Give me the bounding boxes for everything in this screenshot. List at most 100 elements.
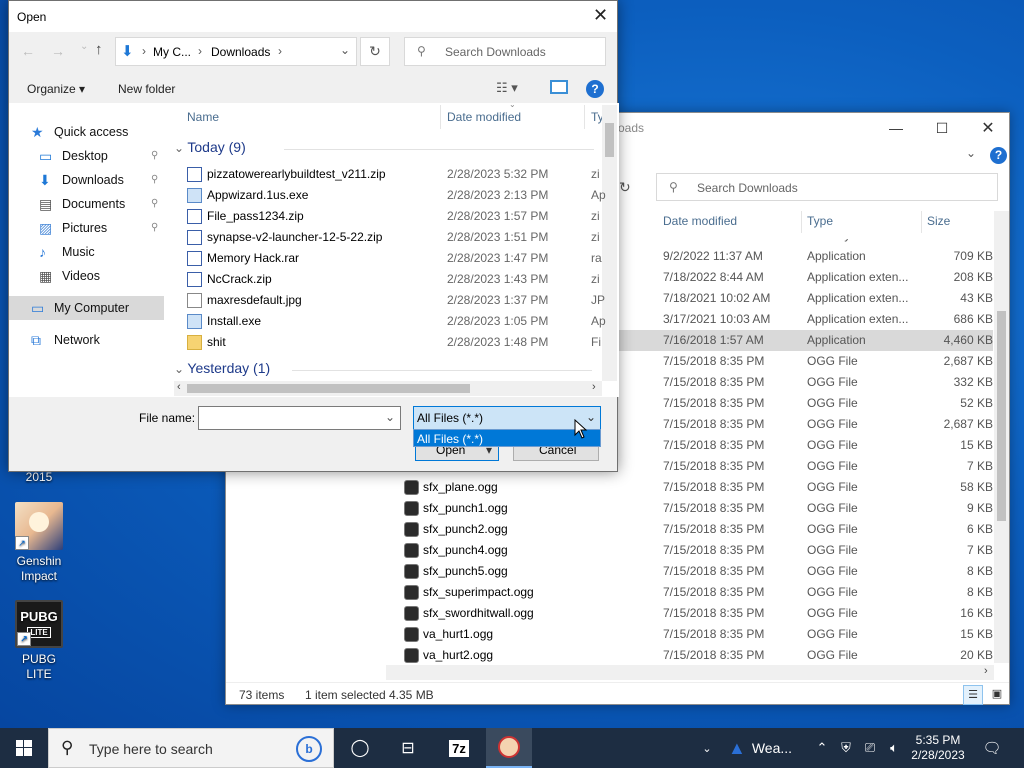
close-icon[interactable]: ✕ xyxy=(593,5,608,26)
organize-button[interactable]: Organize ▾ xyxy=(27,82,85,96)
vertical-scrollbar[interactable] xyxy=(994,211,1009,663)
desktop-icon-genshin-impact[interactable]: ↗ Genshin Impact xyxy=(9,502,69,584)
recent-locations-icon[interactable]: ⌄ xyxy=(80,41,88,52)
desktop-icon-pubg-lite[interactable]: PUBG LITE ↗ PUBG LITE xyxy=(9,600,69,682)
file-name: sfx_plane.ogg xyxy=(423,480,498,494)
table-row[interactable]: va_hurt1.ogg 7/15/2018 8:35 PM OGG File 15 … xyxy=(386,624,993,645)
view-options-icon[interactable]: ☷ ▾ xyxy=(496,80,518,96)
cancel-button-label: Cancel xyxy=(539,447,577,457)
notifications-button[interactable]: 🗨︎ xyxy=(976,728,1008,768)
breadcrumb-root[interactable]: My C... xyxy=(153,45,191,59)
volume-icon[interactable]: 🔈︎ xyxy=(884,728,904,768)
sidebar-item-network[interactable]: ⧉ Network xyxy=(9,328,164,352)
open-button[interactable]: Open ▾ xyxy=(415,447,499,461)
column-header-type[interactable]: Type xyxy=(807,214,833,228)
sidebar-item-my-computer[interactable]: ▭ My Computer xyxy=(9,296,164,320)
large-icons-view-icon[interactable]: ▣ xyxy=(987,685,1007,705)
refresh-button[interactable]: ↻ xyxy=(360,37,390,66)
dialog-titlebar[interactable]: Open ✕ xyxy=(9,1,617,32)
new-folder-button[interactable]: New folder xyxy=(118,82,175,96)
address-dropdown-icon[interactable]: ⌄ xyxy=(340,43,350,57)
close-button[interactable]: ✕ xyxy=(965,113,1011,143)
file-row[interactable]: synapse-v2-launcher-12-5-22.zip 2/28/2023… xyxy=(183,227,603,248)
file-row[interactable]: maxresdefault.jpg 2/28/2023 1:37 PM JP xyxy=(183,290,605,311)
table-row[interactable]: sfx_punch5.ogg 7/15/2018 8:35 PM OGG File 8… xyxy=(386,561,993,582)
bing-icon[interactable]: b xyxy=(296,736,322,762)
show-hidden-icons-icon[interactable]: ⌃ xyxy=(814,728,830,768)
file-row[interactable]: pizzatowerearlybuildtest_v211.zip 2/28/20… xyxy=(183,164,603,185)
group-header-yesterday[interactable]: ⌄ Yesterday (1) xyxy=(174,360,270,376)
file-type-option[interactable]: All Files (*.*) xyxy=(413,429,601,447)
forward-arrow-icon[interactable]: → xyxy=(51,43,65,59)
refresh-icon[interactable]: ↻ xyxy=(619,175,641,200)
file-row[interactable]: shit 2/28/2023 1:48 PM Fi xyxy=(183,332,603,353)
table-row[interactable]: sfx_swordhitwall.ogg 7/15/2018 8:35 PM OGG… xyxy=(386,603,993,624)
explorer-search-box[interactable]: ⚲ Search Downloads xyxy=(656,173,998,201)
horizontal-scrollbar[interactable]: ‹ › xyxy=(174,381,602,396)
weather-widget[interactable]: ▲ Wea... xyxy=(728,728,808,768)
file-row[interactable]: File_pass1234.zip 2/28/2023 1:57 PM zi xyxy=(183,206,603,227)
sidebar-item-downloads[interactable]: ⬇ Downloads ⚲ xyxy=(9,168,164,192)
table-row[interactable]: sfx_punch1.ogg 7/15/2018 8:35 PM OGG File 9… xyxy=(386,498,993,519)
scrollbar-thumb[interactable] xyxy=(997,311,1006,521)
group-header-today[interactable]: ⌄ Today (9) xyxy=(174,139,246,155)
cortana-icon: ◯ xyxy=(350,738,370,757)
address-bar[interactable]: ⬇ › My C... › Downloads › ⌄ xyxy=(115,37,357,66)
sidebar-item-pictures[interactable]: ▨ Pictures ⚲ xyxy=(9,216,164,240)
help-icon[interactable]: ? xyxy=(586,80,604,98)
taskbar-search-box[interactable]: ⚲ Type here to search b xyxy=(48,728,334,768)
taskbar-app-game[interactable] xyxy=(486,728,532,768)
file-row[interactable]: NcCrack.zip 2/28/2023 1:43 PM zi xyxy=(183,269,603,290)
breadcrumb-folder[interactable]: Downloads xyxy=(211,45,270,59)
details-view-icon[interactable]: ☰ xyxy=(963,685,983,705)
filename-input[interactable]: ⌄ xyxy=(198,406,401,430)
help-icon[interactable]: ? xyxy=(990,147,1007,164)
scroll-left-icon[interactable]: ‹ xyxy=(177,381,181,393)
tray-scroll-icon[interactable]: ⌄ xyxy=(700,728,714,768)
minimize-button[interactable]: ― xyxy=(873,113,919,143)
scrollbar-thumb[interactable] xyxy=(605,123,614,157)
dialog-search-box[interactable]: ⚲ Search Downloads xyxy=(404,37,606,66)
security-icon[interactable]: ⛨ xyxy=(836,728,856,768)
filename-label: File name: xyxy=(139,411,196,425)
chevron-down-icon[interactable]: ⌄ xyxy=(385,410,395,424)
cancel-button[interactable]: Cancel xyxy=(513,447,599,461)
file-size: 15 KB xyxy=(960,438,993,452)
sidebar-item-desktop[interactable]: ▭ Desktop ⚲ xyxy=(9,144,164,168)
network-icon[interactable]: ⎚ xyxy=(860,728,880,768)
sidebar-item-quick-access[interactable]: ★ Quick access xyxy=(9,120,164,144)
horizontal-scrollbar[interactable]: › xyxy=(386,665,994,680)
open-dialog[interactable]: Open ✕ ← → ⌄ ↑ ⬇ › My C... › Downloads ›… xyxy=(8,0,619,472)
start-button[interactable] xyxy=(0,728,48,768)
scroll-right-icon[interactable]: › xyxy=(984,665,988,677)
file-row[interactable]: Memory Hack.rar 2/28/2023 1:47 PM ra xyxy=(183,248,603,269)
task-view-button[interactable]: ⊟ xyxy=(386,728,430,768)
column-header-date[interactable]: Date modified xyxy=(663,214,737,228)
column-header-size[interactable]: Size xyxy=(927,214,950,228)
desktop-icon-2015[interactable]: 2015 xyxy=(9,470,69,485)
up-arrow-icon[interactable]: ↑ xyxy=(95,41,103,58)
table-row[interactable]: sfx_superimpact.ogg 7/15/2018 8:35 PM OGG … xyxy=(386,582,993,603)
table-row[interactable]: sfx_punch4.ogg 7/15/2018 8:35 PM OGG File 7… xyxy=(386,540,993,561)
back-arrow-icon[interactable]: ← xyxy=(21,43,35,59)
scroll-right-icon[interactable]: › xyxy=(592,381,596,393)
taskbar-app-7zip[interactable]: 7z xyxy=(436,728,482,768)
file-row[interactable]: Install.exe 2/28/2023 1:05 PM Ap xyxy=(183,311,606,332)
chevron-down-icon[interactable]: ⌄ xyxy=(966,146,976,160)
open-dropdown-icon[interactable]: ▾ xyxy=(486,447,492,457)
column-header-date[interactable]: Date modified xyxy=(447,110,521,124)
sidebar-item-documents[interactable]: ▤ Documents ⚲ xyxy=(9,192,164,216)
column-header-name[interactable]: Name xyxy=(187,110,219,124)
clock[interactable]: 5:35 PM 2/28/2023 xyxy=(908,728,968,768)
table-row[interactable]: sfx_plane.ogg 7/15/2018 8:35 PM OGG File 58… xyxy=(386,477,993,498)
file-row[interactable]: Appwizard.1us.exe 2/28/2023 2:13 PM Ap xyxy=(183,185,606,206)
sidebar-item-videos[interactable]: ▦ Videos xyxy=(9,264,164,288)
file-type-select[interactable]: All Files (*.*) ⌄ xyxy=(413,406,601,430)
sidebar-item-music[interactable]: ♪ Music xyxy=(9,240,164,264)
task-view-button[interactable]: ◯ xyxy=(338,728,382,768)
table-row[interactable]: va_hurt2.ogg 7/15/2018 8:35 PM OGG File 20 … xyxy=(386,645,993,666)
preview-pane-icon[interactable] xyxy=(550,80,568,94)
scrollbar-thumb[interactable] xyxy=(187,384,470,393)
table-row[interactable]: sfx_punch2.ogg 7/15/2018 8:35 PM OGG File 6… xyxy=(386,519,993,540)
maximize-button[interactable]: ☐ xyxy=(919,113,965,143)
